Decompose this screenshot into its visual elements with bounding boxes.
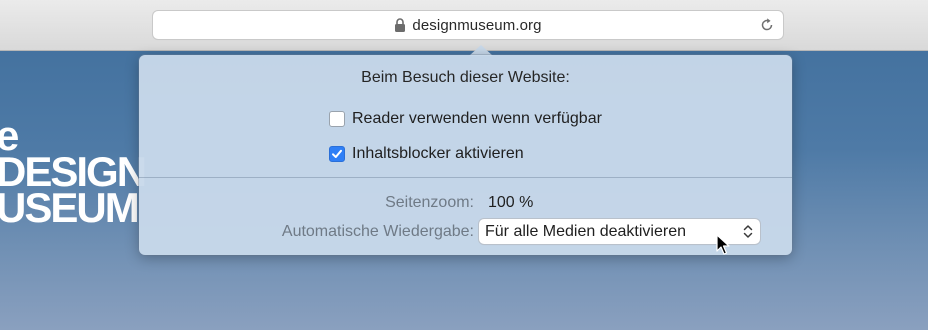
design-museum-logo: e DESIGN USEUM xyxy=(0,115,147,231)
page-zoom-label: Seitenzoom: xyxy=(385,194,474,211)
address-content: designmuseum.org xyxy=(153,11,783,39)
browser-toolbar: designmuseum.org xyxy=(0,0,928,51)
reload-icon[interactable] xyxy=(759,17,775,33)
checkmark-icon xyxy=(332,149,342,158)
reader-option[interactable]: Reader verwenden wenn verfügbar xyxy=(329,109,602,129)
content-blocker-label[interactable]: Inhaltsblocker aktivieren xyxy=(352,145,524,163)
autoplay-label: Automatische Wiedergabe: xyxy=(281,223,474,240)
autoplay-select-value[interactable]: Für alle Medien deaktivieren xyxy=(485,223,686,241)
content-blocker-option[interactable]: Inhaltsblocker aktivieren xyxy=(329,144,524,164)
popover-title: Beim Besuch dieser Website: xyxy=(361,69,570,86)
content-blocker-checkbox[interactable] xyxy=(329,146,345,162)
mouse-pointer-icon xyxy=(716,234,730,255)
lock-icon xyxy=(395,18,406,32)
logo-line: USEUM xyxy=(0,184,140,231)
url-text[interactable]: designmuseum.org xyxy=(412,17,541,34)
reader-checkbox[interactable] xyxy=(329,111,345,127)
page-zoom-value: 100 % xyxy=(488,194,534,211)
chevron-updown-icon xyxy=(743,225,753,238)
divider xyxy=(139,177,792,178)
website-settings-popover: Beim Besuch dieser Website: Reader verwe… xyxy=(139,55,792,255)
reader-label[interactable]: Reader verwenden wenn verfügbar xyxy=(352,110,602,128)
address-bar[interactable]: designmuseum.org xyxy=(153,11,783,39)
